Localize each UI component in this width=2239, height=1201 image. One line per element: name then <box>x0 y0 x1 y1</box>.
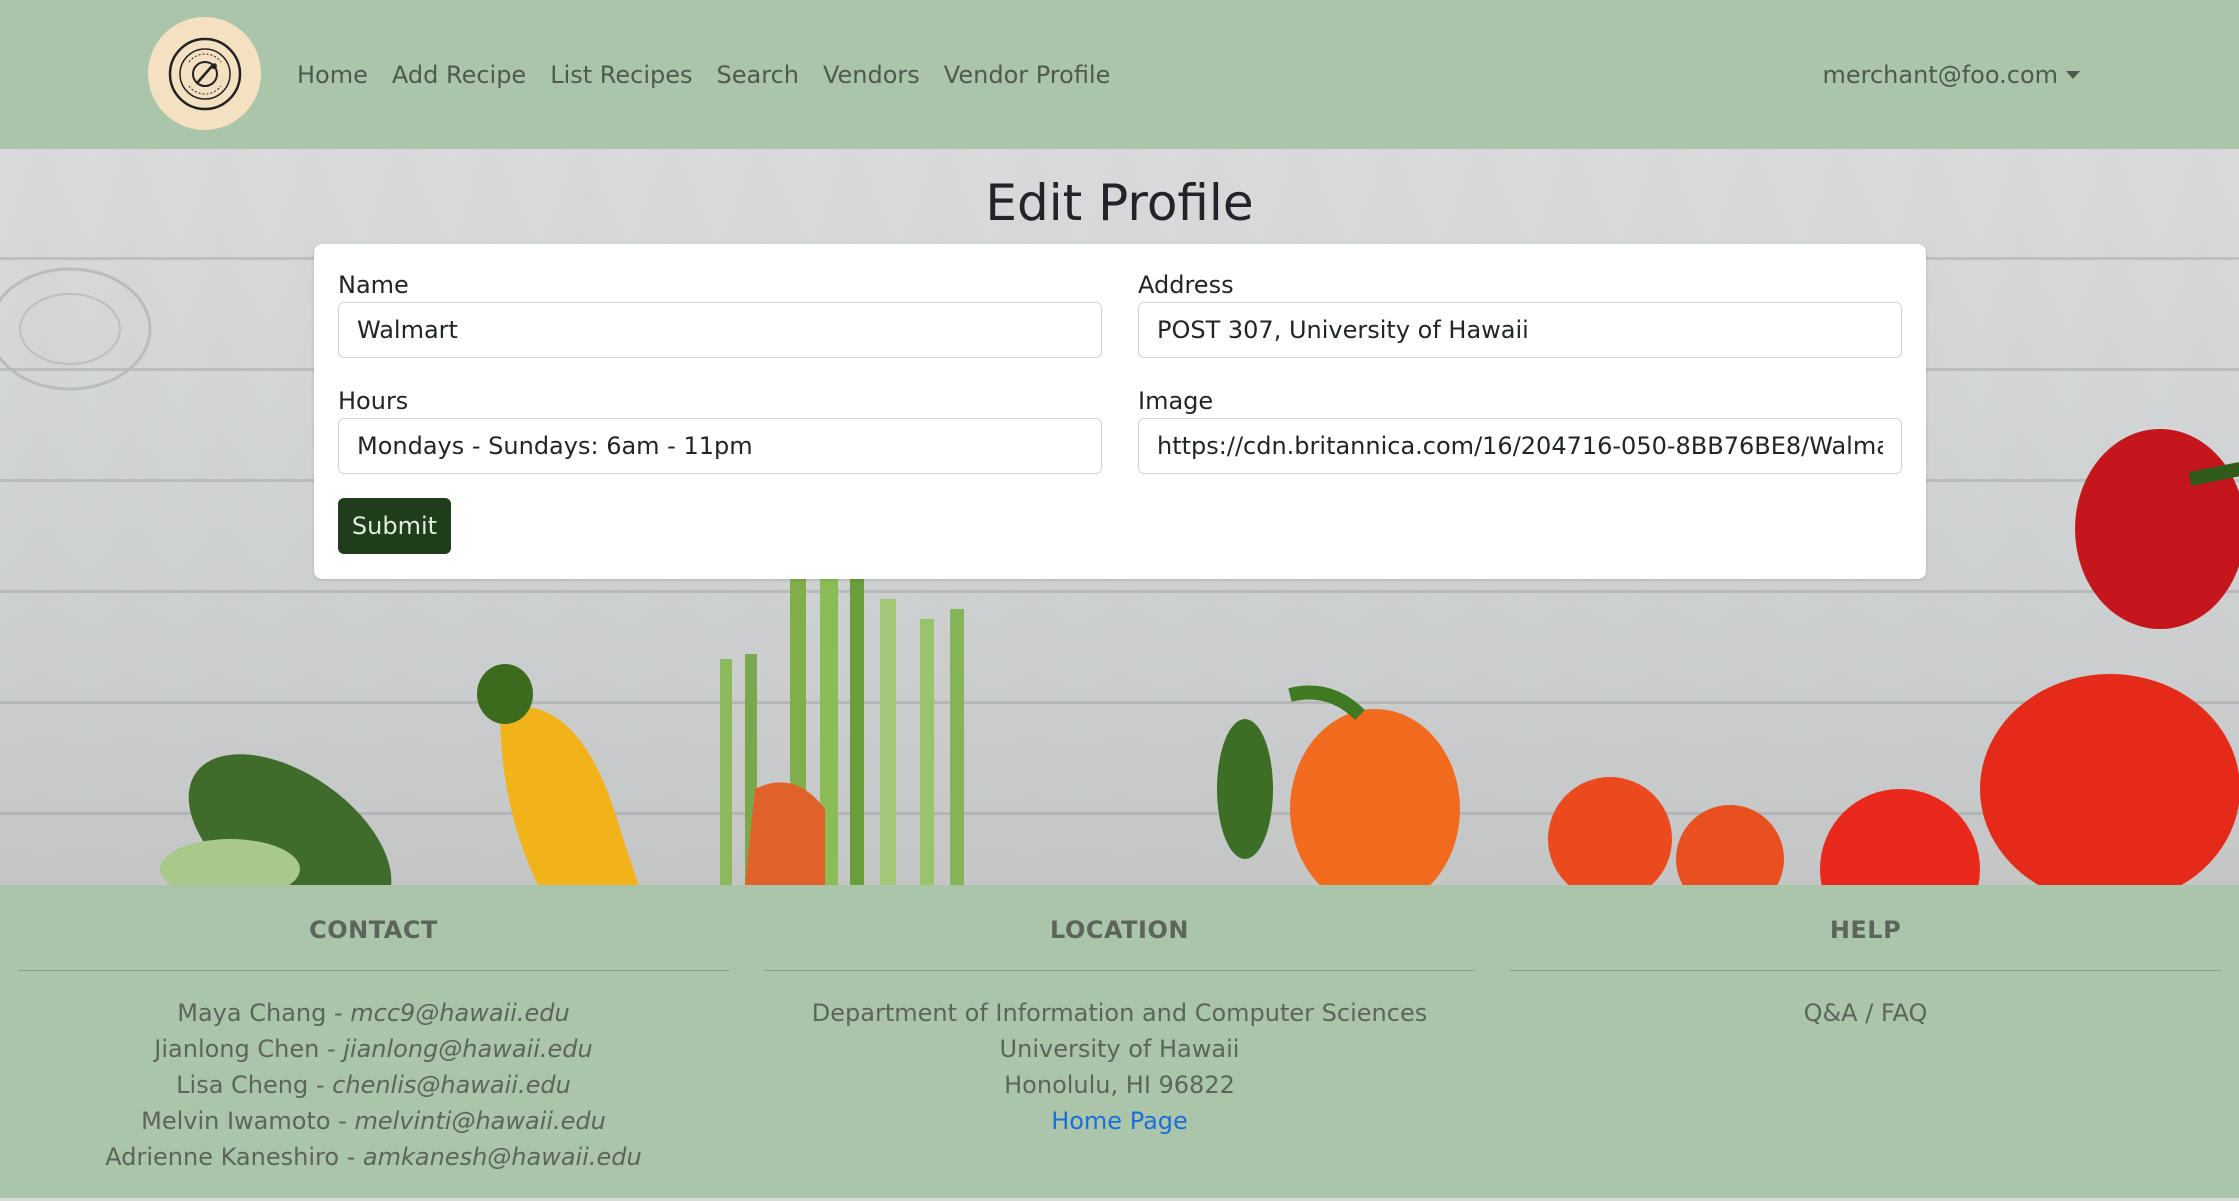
hero-background: Edit Profile Name Address Hours Image Su… <box>0 149 2239 885</box>
footer-contact-heading: CONTACT <box>309 916 438 944</box>
submit-button[interactable]: Submit <box>338 498 451 554</box>
divider <box>764 970 1475 971</box>
navbar: Home Add Recipe List Recipes Search Vend… <box>0 0 2239 149</box>
nav-link-list-recipes[interactable]: List Recipes <box>550 58 692 92</box>
footer-location: LOCATION Department of Information and C… <box>764 885 1475 1139</box>
contact-name: Lisa Cheng - <box>176 1071 333 1099</box>
nav-link-vendors[interactable]: Vendors <box>823 58 920 92</box>
contact-line: Jianlong Chen - jianlong@hawaii.edu <box>18 1031 729 1067</box>
location-department: Department of Information and Computer S… <box>811 999 1428 1027</box>
footer-help-heading: HELP <box>1829 916 1902 944</box>
contact-name: Adrienne Kaneshiro - <box>105 1143 363 1171</box>
edit-profile-form: Name Address Hours Image Submit <box>314 244 1926 579</box>
contact-line: Adrienne Kaneshiro - amkanesh@hawaii.edu <box>18 1139 729 1175</box>
divider <box>1510 970 2221 971</box>
location-university: University of Hawaii <box>999 1035 1240 1063</box>
nav-link-search[interactable]: Search <box>717 58 799 92</box>
logo[interactable] <box>148 17 261 130</box>
contact-email: jianlong@hawaii.edu <box>343 1035 593 1063</box>
name-label: Name <box>338 271 409 299</box>
nav-links: Home Add Recipe List Recipes Search Vend… <box>297 58 1134 92</box>
image-label: Image <box>1138 387 1214 415</box>
user-menu-dropdown[interactable]: merchant@foo.com <box>1822 58 2080 92</box>
faq-link[interactable]: Q&A / FAQ <box>1804 999 1928 1027</box>
footer-location-heading: LOCATION <box>1050 916 1189 944</box>
logo-icon <box>168 37 241 110</box>
chevron-down-icon <box>2066 71 2080 79</box>
nav-link-vendor-profile[interactable]: Vendor Profile <box>944 58 1111 92</box>
contact-name: Maya Chang - <box>177 999 351 1027</box>
contact-name: Melvin Iwamoto - <box>141 1107 355 1135</box>
nav-link-home[interactable]: Home <box>297 58 368 92</box>
contact-line: Lisa Cheng - chenlis@hawaii.edu <box>18 1067 729 1103</box>
nav-link-add-recipe[interactable]: Add Recipe <box>392 58 526 92</box>
location-city: Honolulu, HI 96822 <box>1004 1071 1235 1099</box>
address-label: Address <box>1138 271 1234 299</box>
home-page-link[interactable]: Home Page <box>1051 1107 1188 1135</box>
divider <box>18 970 729 971</box>
page-title: Edit Profile <box>985 174 1254 232</box>
hours-label: Hours <box>338 387 409 415</box>
hours-field[interactable] <box>338 418 1102 474</box>
contact-line: Maya Chang - mcc9@hawaii.edu <box>18 995 729 1031</box>
footer: CONTACT Maya Chang - mcc9@hawaii.edu Jia… <box>0 885 2239 1201</box>
address-field[interactable] <box>1138 302 1902 358</box>
contact-email: chenlis@hawaii.edu <box>332 1071 571 1099</box>
name-field[interactable] <box>338 302 1102 358</box>
footer-help: HELP Q&A / FAQ <box>1510 885 2221 1031</box>
contact-email: amkanesh@hawaii.edu <box>362 1143 642 1171</box>
contact-email: mcc9@hawaii.edu <box>350 999 570 1027</box>
image-url-field[interactable] <box>1138 418 1902 474</box>
contact-email: melvinti@hawaii.edu <box>354 1107 606 1135</box>
contact-line: Melvin Iwamoto - melvinti@hawaii.edu <box>18 1103 729 1139</box>
user-email: merchant@foo.com <box>1822 61 2059 89</box>
contact-name: Jianlong Chen - <box>154 1035 344 1063</box>
footer-contact: CONTACT Maya Chang - mcc9@hawaii.edu Jia… <box>18 885 729 1175</box>
